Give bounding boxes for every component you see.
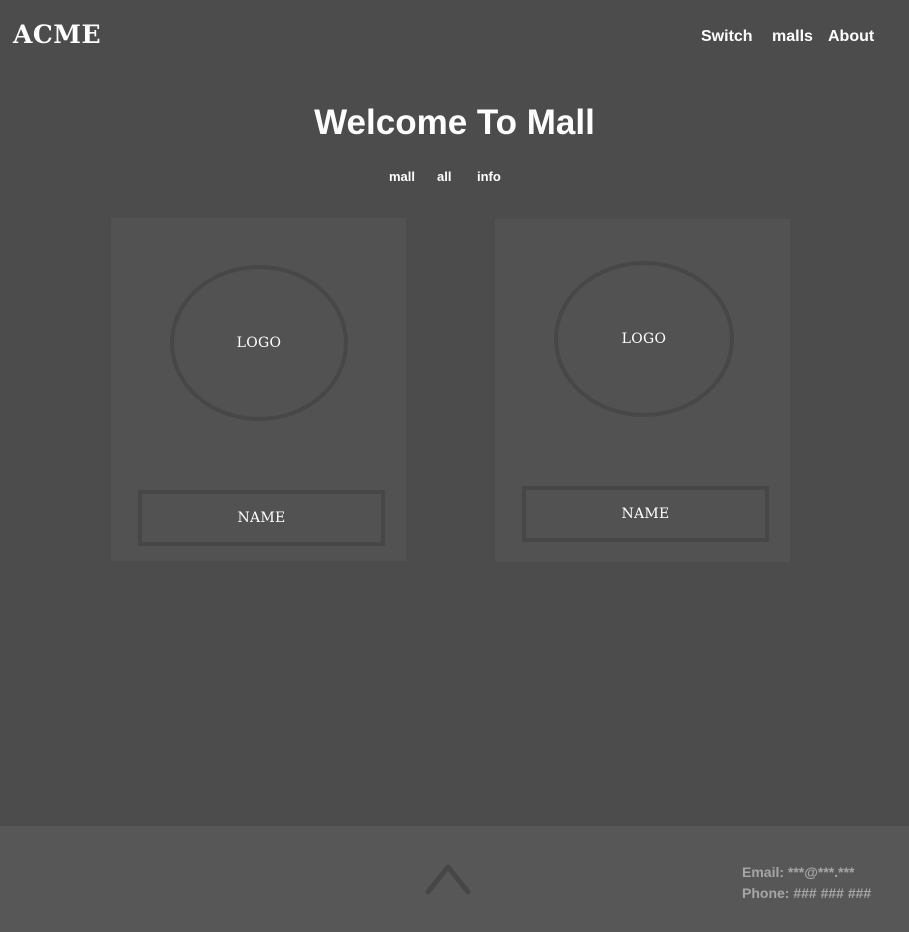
nav-link-malls[interactable]: malls: [772, 28, 813, 46]
site-footer: Email: ***@***.*** Phone: ### ### ###: [0, 826, 909, 932]
page-title: Welcome To Mall: [314, 103, 595, 142]
name-box[interactable]: NAME: [522, 486, 769, 542]
brand-logo[interactable]: ACME: [13, 20, 101, 49]
logo-placeholder: LOGO: [554, 261, 734, 417]
mall-card[interactable]: LOGO NAME: [495, 219, 790, 562]
nav-link-about[interactable]: About: [828, 28, 874, 46]
name-label: NAME: [621, 506, 670, 522]
subnav-link-info[interactable]: info: [477, 169, 501, 184]
contact-email: Email: ***@***.***: [742, 864, 855, 880]
chevron-up-icon[interactable]: [425, 861, 471, 897]
contact-info: Email: ***@***.*** Phone: ### ### ###: [742, 862, 871, 904]
mall-card[interactable]: LOGO NAME: [111, 218, 406, 561]
subnav-link-all[interactable]: all: [437, 169, 451, 184]
nav-link-switch[interactable]: Switch: [701, 28, 753, 46]
name-box[interactable]: NAME: [138, 490, 385, 546]
subnav-link-mall[interactable]: mall: [389, 169, 415, 184]
logo-placeholder: LOGO: [170, 265, 348, 421]
name-label: NAME: [237, 510, 286, 526]
logo-label: LOGO: [236, 335, 282, 351]
logo-label: LOGO: [621, 331, 667, 347]
contact-phone: Phone: ### ### ###: [742, 885, 872, 901]
